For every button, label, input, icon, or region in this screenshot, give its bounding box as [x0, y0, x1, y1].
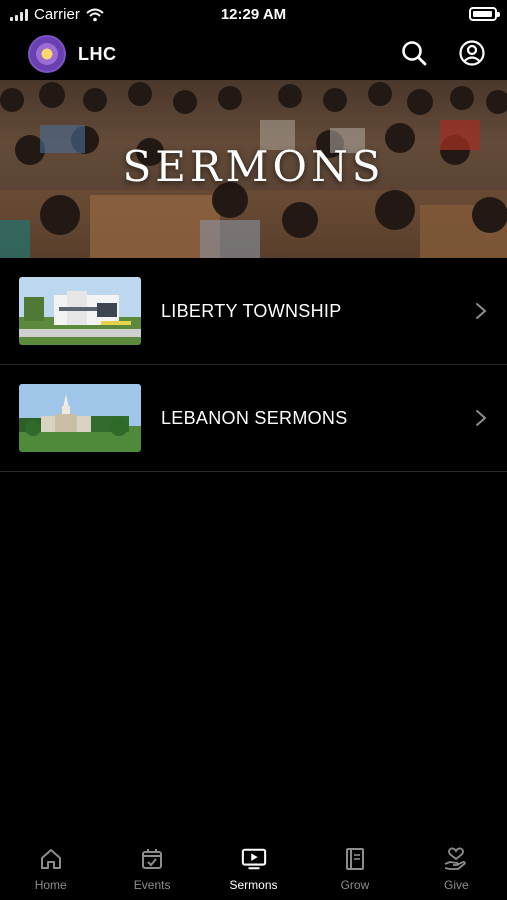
tab-events[interactable]: Events — [101, 840, 202, 900]
chevron-right-icon — [476, 410, 487, 426]
app-title: LHC — [78, 43, 117, 64]
tab-grow[interactable]: Grow — [304, 840, 405, 900]
list-item-liberty-township[interactable]: LIBERTY TOWNSHIP — [0, 258, 507, 365]
tab-home[interactable]: Home — [0, 840, 101, 900]
tv-play-icon — [241, 846, 267, 872]
home-icon — [38, 846, 64, 872]
tab-label: Give — [443, 878, 469, 892]
book-icon — [342, 846, 368, 872]
battery-icon — [469, 7, 500, 21]
tab-label: Grow — [340, 878, 370, 892]
lebanon-sermons-thumbnail — [19, 384, 141, 452]
tab-label: Events — [133, 878, 171, 892]
search-icon[interactable] — [399, 38, 429, 68]
tab-label: Home — [34, 878, 67, 892]
profile-icon[interactable] — [457, 38, 487, 68]
sermons-hero-banner: SERMONS — [0, 80, 507, 258]
battery-fill — [473, 11, 492, 17]
list-item-label: LIBERTY TOWNSHIP — [161, 300, 342, 321]
tab-sermons[interactable]: Sermons — [203, 840, 304, 900]
globe-logo-icon[interactable] — [28, 35, 66, 73]
list-item-label: LEBANON SERMONS — [161, 407, 348, 428]
calendar-icon — [139, 846, 165, 872]
sermon-location-list: LIBERTY TOWNSHIP LEBANON SERMONS — [0, 258, 507, 472]
clock: 12:29 AM — [220, 6, 287, 23]
hero-title: SERMONS — [122, 142, 385, 191]
liberty-township-thumbnail — [19, 277, 141, 345]
status-bar: Carrier 12:29 AM — [0, 0, 507, 28]
list-item-lebanon-sermons[interactable]: LEBANON SERMONS — [0, 365, 507, 472]
app-header: LHC — [0, 28, 507, 80]
tab-label: Sermons — [229, 878, 278, 892]
heart-hand-icon — [443, 846, 469, 872]
chevron-right-icon — [476, 303, 487, 319]
tab-give[interactable]: Give — [406, 840, 507, 900]
bottom-tab-bar: Home Events Sermons Grow Give — [0, 840, 507, 900]
